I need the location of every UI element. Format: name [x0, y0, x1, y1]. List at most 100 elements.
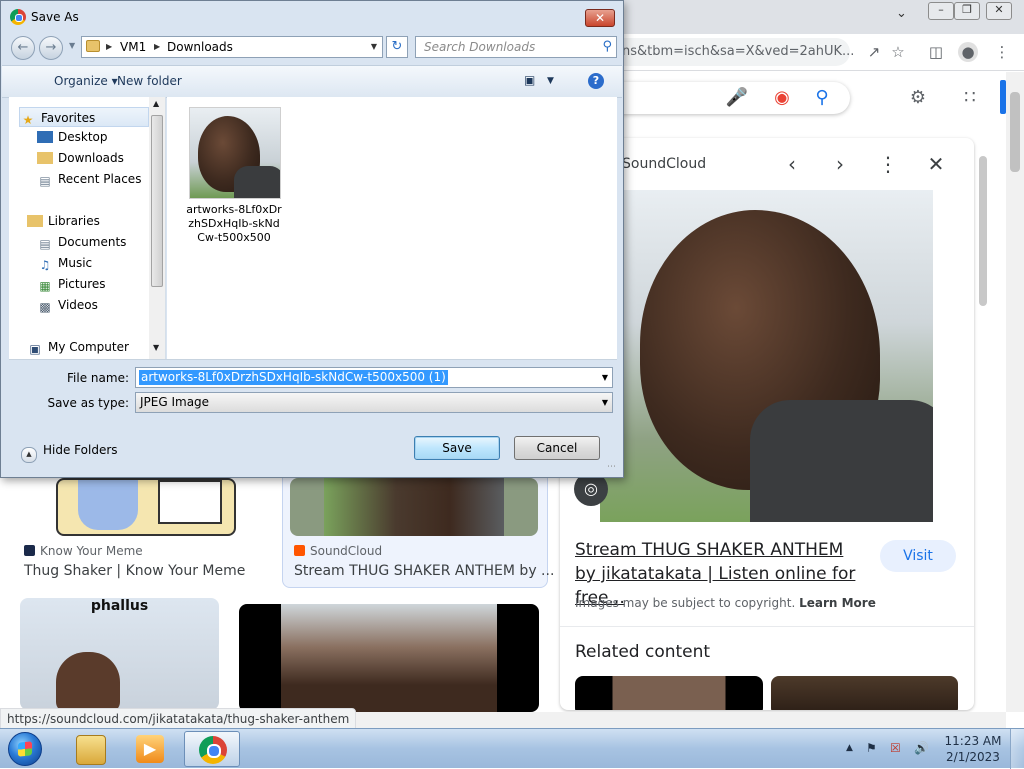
tree-item-libraries[interactable]: Libraries — [27, 211, 100, 231]
side-panel-icon[interactable]: ◫ — [926, 42, 946, 62]
result-image-soundcloud[interactable] — [290, 478, 538, 536]
maximize-button[interactable]: ❐ — [954, 2, 980, 20]
copyright-notice: Images may be subject to copyright. Lear… — [575, 596, 876, 610]
refresh-button[interactable]: ↻ — [386, 36, 408, 58]
result-image-phallus[interactable]: phallus — [20, 598, 219, 710]
save-type-select[interactable]: JPEG Image ▼ — [135, 392, 613, 413]
system-clock[interactable]: 11:23 AM 2/1/2023 — [944, 733, 1002, 765]
pane-separator — [9, 359, 617, 360]
settings-gear-icon[interactable]: ⚙ — [906, 86, 930, 110]
tree-item-favorites[interactable]: ★ Favorites — [19, 107, 149, 127]
omnibox[interactable]: ns&tbm=isch&sa=X&ved=2ahUK... — [610, 38, 854, 66]
forward-button[interactable]: → — [39, 36, 63, 60]
related-thumb-2[interactable] — [771, 676, 958, 710]
tree-item-pictures[interactable]: ▦ Pictures — [37, 274, 105, 294]
tree-item-music[interactable]: ♫ Music — [37, 253, 93, 273]
recent-places-icon: ▤ — [39, 174, 51, 188]
taskbar-chrome[interactable] — [184, 731, 240, 767]
file-thumbnail[interactable] — [189, 107, 281, 199]
tab-search-chevron-icon[interactable]: ⌄ — [896, 6, 907, 21]
result-title-soundcloud[interactable]: Stream THUG SHAKER ANTHEM by ... — [294, 563, 554, 579]
result-image-knowyourmeme[interactable] — [56, 478, 236, 536]
file-name-field-label: File name: — [67, 371, 129, 385]
recent-locations-chevron-icon[interactable]: ▼ — [69, 41, 75, 50]
taskbar-media-player[interactable]: ▶ — [122, 731, 178, 767]
save-type-dropdown-icon[interactable]: ▼ — [602, 398, 608, 407]
view-options-icon[interactable]: ▣ — [524, 73, 535, 87]
learn-more-link[interactable]: Learn More — [799, 596, 876, 610]
save-type-value: JPEG Image — [140, 395, 210, 409]
breadcrumb-dropdown-icon[interactable]: ▼ — [371, 42, 377, 51]
help-icon[interactable]: ? — [588, 73, 604, 89]
file-name-dropdown-icon[interactable]: ▼ — [602, 373, 608, 382]
new-folder-button[interactable]: New folder — [117, 74, 182, 88]
page-vertical-scrollbar[interactable] — [1006, 72, 1024, 712]
show-desktop-button[interactable] — [1010, 729, 1024, 769]
volume-icon[interactable]: 🔊 — [914, 741, 929, 755]
music-icon: ♫ — [39, 258, 51, 272]
voice-search-icon[interactable]: 🎤 — [725, 86, 749, 110]
taskbar-explorer[interactable] — [62, 731, 118, 767]
result-title-knowyourmeme[interactable]: Thug Shaker | Know Your Meme — [24, 563, 245, 579]
thumb-caption: phallus — [90, 598, 149, 614]
action-center-flag-icon[interactable]: ⚑ — [866, 741, 877, 755]
hide-folders-button[interactable]: ▲ Hide Folders — [21, 443, 118, 463]
tree-item-desktop[interactable]: Desktop — [37, 127, 108, 147]
show-hidden-icons-icon[interactable]: ▲ — [846, 743, 853, 753]
back-button[interactable]: ← — [11, 36, 35, 60]
start-button[interactable] — [8, 732, 42, 766]
chrome-menu-icon[interactable]: ⋮ — [992, 42, 1012, 62]
related-thumb-1[interactable] — [575, 676, 763, 710]
libraries-icon — [27, 215, 43, 227]
close-panel-icon[interactable]: ✕ — [924, 152, 948, 176]
search-downloads-input[interactable]: Search Downloads ⚲ — [415, 36, 617, 58]
breadcrumb-arrow-icon[interactable]: ▶ — [106, 42, 112, 51]
dialog-title: Save As — [31, 10, 79, 24]
breadcrumb-arrow-icon[interactable]: ▶ — [154, 42, 160, 51]
tree-item-videos[interactable]: ▩ Videos — [37, 295, 98, 315]
computer-icon: ▣ — [29, 342, 41, 356]
share-icon[interactable]: ↗ — [864, 42, 884, 62]
network-icon[interactable]: ☒ — [890, 741, 901, 755]
resize-grip[interactable]: ⋯ — [607, 462, 616, 472]
chrome-app-icon — [10, 9, 26, 25]
cancel-button[interactable]: Cancel — [514, 436, 600, 460]
more-options-icon[interactable]: ⋮ — [876, 152, 900, 176]
organize-button[interactable]: Organize ▾ — [54, 74, 118, 88]
windows-logo-icon — [18, 741, 32, 757]
save-button[interactable]: Save — [414, 436, 500, 460]
save-type-field-label: Save as type: — [47, 396, 129, 410]
nav-pane-scrollbar[interactable]: ▲ ▼ — [149, 97, 165, 359]
file-name-input[interactable]: artworks-8Lf0xDrzhSDxHqIb-skNdCw-t500x50… — [135, 367, 613, 388]
result-image-soundcloud-2[interactable] — [239, 604, 539, 712]
search-icon[interactable]: ⚲ — [810, 86, 834, 110]
close-window-button[interactable]: ✕ — [986, 2, 1012, 20]
clock-time: 11:23 AM — [944, 734, 1002, 748]
lens-search-icon[interactable]: ◉ — [770, 86, 794, 110]
search-icon: ⚲ — [602, 39, 612, 54]
collapse-chevron-icon: ▲ — [21, 447, 37, 463]
visit-button[interactable]: Visit — [880, 540, 956, 572]
panel-scrollbar[interactable] — [976, 146, 990, 712]
bookmark-star-icon[interactable]: ☆ — [888, 42, 908, 62]
breadcrumb-downloads[interactable]: Downloads — [167, 40, 233, 54]
minimize-button[interactable]: – — [928, 2, 954, 20]
tree-item-my-computer[interactable]: ▣ My Computer — [27, 337, 129, 357]
file-name-label[interactable]: artworks-8Lf0xDrzhSDxHqIb-skNdCw-t500x50… — [185, 203, 283, 245]
tree-item-downloads[interactable]: Downloads — [37, 148, 124, 168]
breadcrumb[interactable]: ▶ VM1 ▶ Downloads ▼ — [81, 36, 383, 58]
preview-image[interactable] — [600, 190, 933, 522]
chrome-icon — [199, 736, 227, 764]
apps-grid-icon[interactable]: ∷ — [958, 86, 982, 110]
tree-item-documents[interactable]: ▤ Documents — [37, 232, 126, 252]
breadcrumb-vm1[interactable]: VM1 — [120, 40, 146, 54]
prev-arrow-icon[interactable]: ‹ — [780, 152, 804, 176]
view-dropdown-icon[interactable]: ▼ — [547, 76, 554, 86]
save-as-dialog: Save As ✕ ← → ▼ ▶ VM1 ▶ Downloads ▼ ↻ Se… — [0, 0, 624, 478]
dialog-close-button[interactable]: ✕ — [585, 9, 615, 27]
downloads-folder-icon — [37, 152, 53, 164]
next-arrow-icon[interactable]: › — [828, 152, 852, 176]
tree-item-recent-places[interactable]: ▤ Recent Places — [37, 169, 141, 189]
profile-avatar-icon[interactable]: ● — [958, 42, 978, 62]
command-bar: Organize ▾ New folder ▣ ▼ ? — [2, 65, 622, 98]
